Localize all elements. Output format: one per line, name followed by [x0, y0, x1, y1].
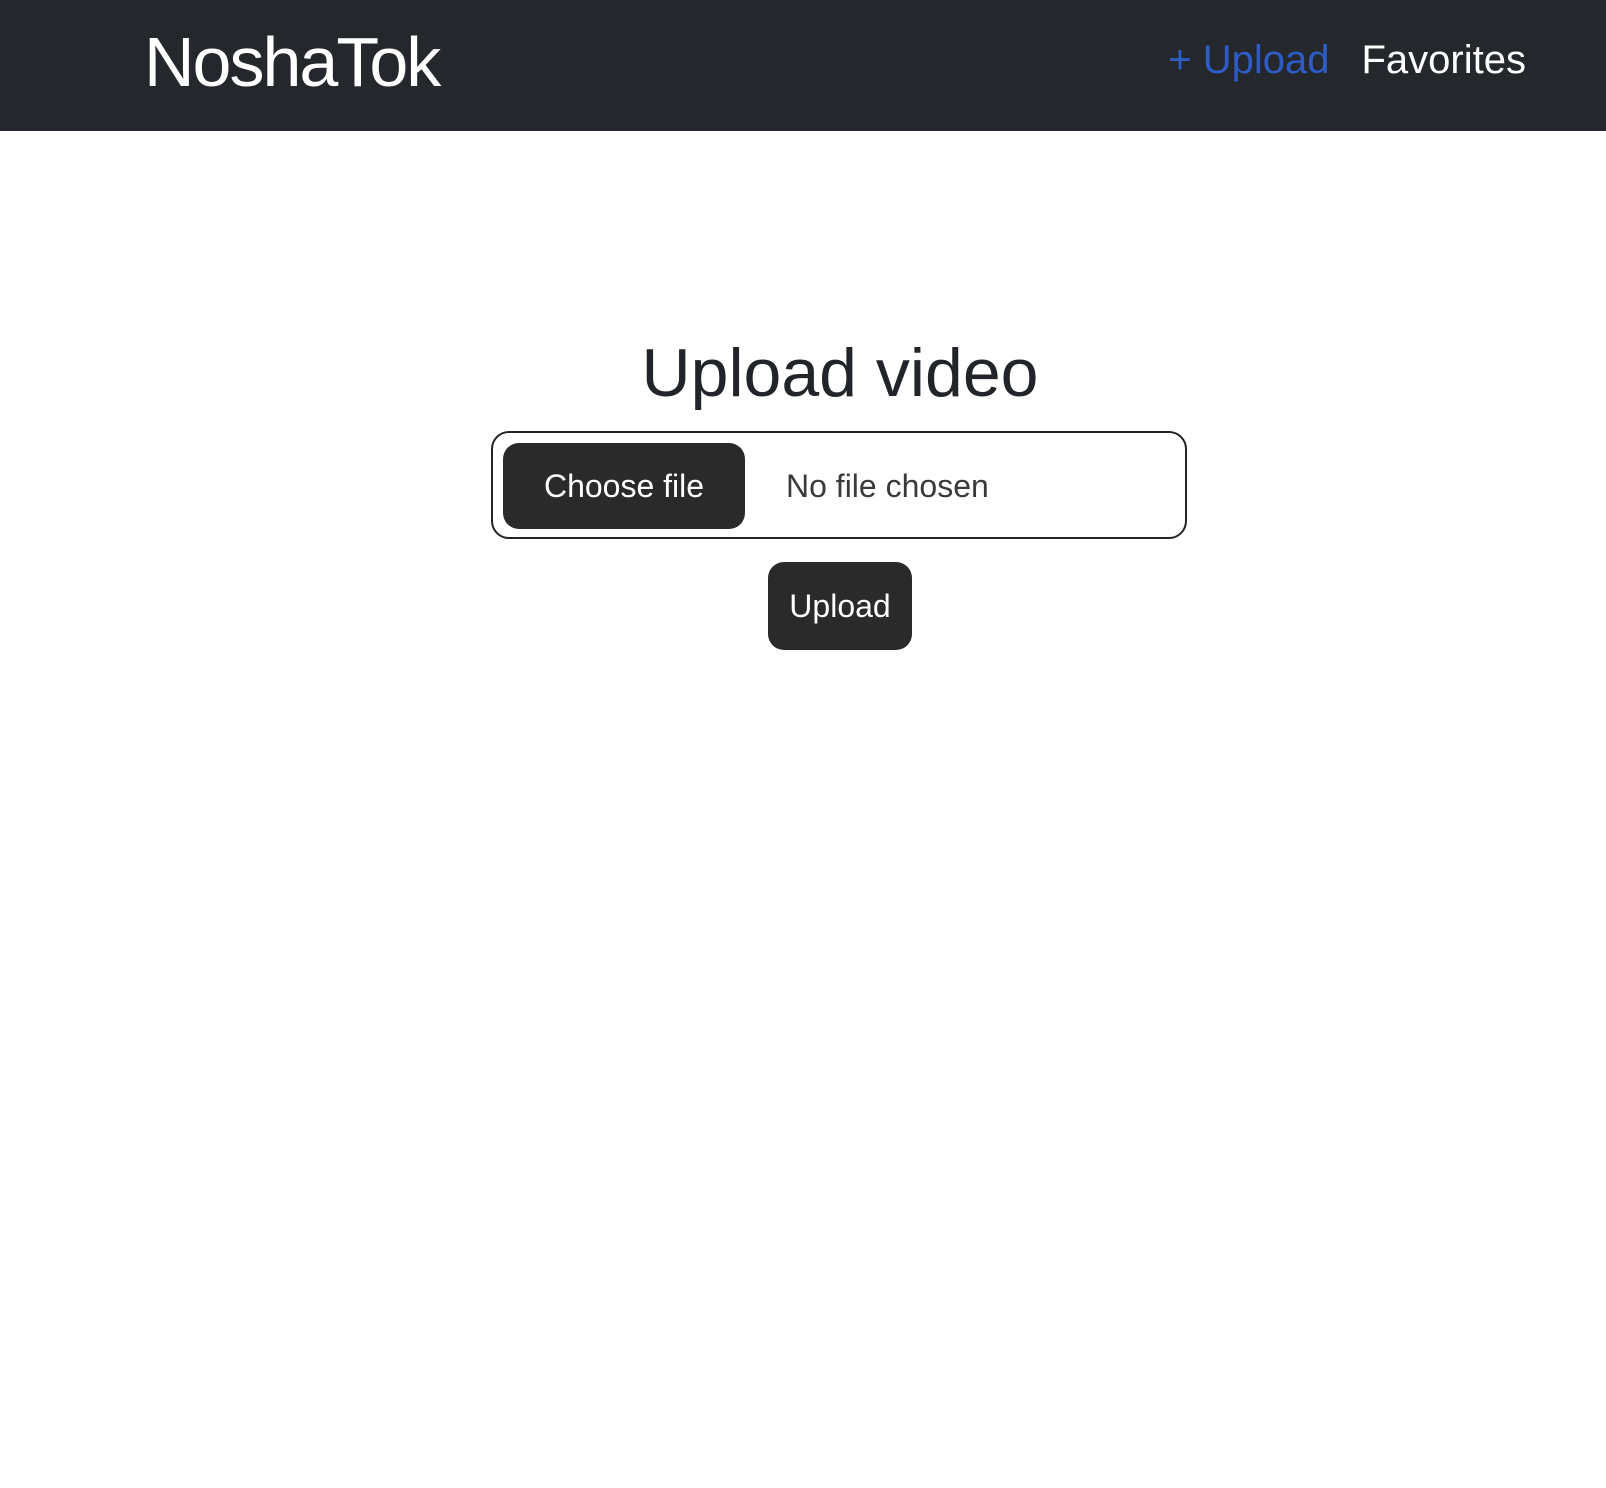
- upload-button[interactable]: Upload: [768, 562, 912, 650]
- file-input[interactable]: Choose file No file chosen: [491, 431, 1187, 539]
- nav-link-upload[interactable]: + Upload: [1168, 35, 1329, 85]
- brand-logo-link[interactable]: NoshaTok: [144, 22, 441, 102]
- nav-links: + Upload Favorites: [1168, 35, 1526, 85]
- navbar: NoshaTok + Upload Favorites: [0, 0, 1606, 131]
- nav-link-favorites[interactable]: Favorites: [1362, 35, 1527, 85]
- page-title: Upload video: [641, 335, 1039, 411]
- choose-file-button[interactable]: Choose file: [503, 443, 745, 529]
- file-status-text: No file chosen: [786, 468, 989, 504]
